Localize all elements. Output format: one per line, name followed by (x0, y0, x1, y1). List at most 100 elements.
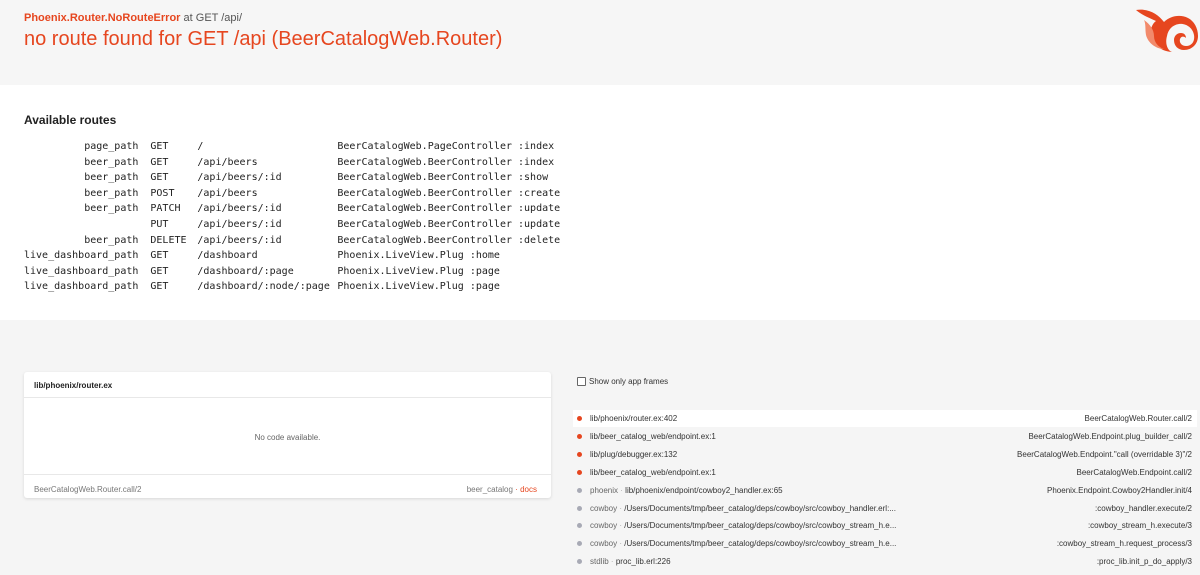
stack-frame[interactable]: phoenix · lib/phoenix/endpoint/cowboy2_h… (573, 482, 1197, 499)
stack-frame[interactable]: cowboy · /Users/Documents/tmp/beer_catal… (573, 517, 1197, 534)
app-frames-checkbox[interactable] (577, 377, 586, 386)
frame-function: BeerCatalogWeb.Endpoint.plug_builder_cal… (1028, 431, 1192, 441)
frame-location: cowboy · /Users/Documents/tmp/beer_catal… (590, 504, 896, 513)
frame-function: :cowboy_stream_h.execute/3 (1087, 521, 1192, 531)
app-frames-toggle-label: Show only app frames (589, 377, 669, 386)
code-snippet-card: lib/phoenix/router.ex No code available.… (24, 372, 551, 498)
phoenix-logo-icon (1136, 9, 1198, 52)
route-row: beer_path GET/api/beers BeerCatalogWeb.Bee… (24, 155, 560, 171)
frame-function: BeerCatalogWeb.Endpoint."call (overridab… (1017, 449, 1192, 459)
route-verb: GET (150, 172, 169, 184)
frame-function: :proc_lib.init_p_do_apply/3 (1096, 557, 1192, 567)
frame-function: BeerCatalogWeb.Router.call/2 (1084, 414, 1192, 423)
route-path: /dashboard/:node/:page (197, 281, 330, 293)
route-verb: GET (150, 156, 169, 168)
frame-app: phoenix (590, 485, 619, 495)
route-helper: beer_path (84, 187, 139, 199)
route-path: /api/beers/:id (197, 203, 282, 215)
error-header: Phoenix.Router.NoRouteError at GET /api/… (0, 0, 1200, 85)
frame-function: :cowboy_stream_h.request_process/3 (1056, 539, 1192, 549)
app-frame-dot-icon (577, 416, 582, 421)
no-code-message: No code available. (254, 433, 321, 442)
error-message: no route found for GET /api (BeerCatalog… (24, 28, 503, 50)
frame-location: cowboy · /Users/Documents/tmp/beer_catal… (590, 539, 896, 548)
route-helper: live_dashboard_path (24, 265, 139, 277)
route-verb: POST (150, 187, 175, 199)
frame-file: /Users/Documents/tmp/beer_catalog/deps/c… (624, 521, 897, 531)
route-helper: page_path (84, 141, 139, 152)
frame-file: proc_lib.erl:226 (615, 557, 671, 567)
route-plug: BeerCatalogWeb.BeerController :delete (337, 234, 561, 246)
stack-frame[interactable]: lib/phoenix/router.ex:402 BeerCatalogWeb.… (573, 410, 1197, 427)
code-file-name: lib/phoenix/router.ex (34, 381, 113, 390)
dependency-frame-dot-icon (577, 505, 582, 511)
route-plug: BeerCatalogWeb.PageController :index (337, 141, 555, 152)
frame-location: cowboy · /Users/Documents/tmp/beer_catal… (590, 521, 896, 530)
route-path: /api/beers/:id (197, 172, 282, 184)
frame-app: cowboy (590, 521, 618, 531)
frame-location: lib/phoenix/router.ex:402 (590, 414, 677, 423)
exception-line: Phoenix.Router.NoRouteError at GET /api/ (24, 12, 242, 24)
route-verb: GET (150, 141, 169, 152)
route-verb: PUT (150, 218, 169, 230)
route-helper: beer_path (84, 172, 139, 184)
separator: · (620, 485, 623, 495)
frame-file: lib/phoenix/router.ex:402 (590, 414, 678, 423)
frame-function: :cowboy_handler.execute/2 (1095, 503, 1192, 513)
route-row: PUT/api/beers/:id BeerCatalogWeb.BeerCont… (24, 217, 560, 233)
frame-location: stdlib · proc_lib.erl:226 (590, 557, 671, 566)
route-row: beer_path PATCH/api/beers/:id BeerCatalogW… (24, 201, 560, 217)
frame-file: lib/plug/debugger.ex:132 (590, 449, 678, 459)
frame-file: lib/beer_catalog_web/endpoint.ex:1 (590, 467, 716, 477)
dependency-frame-dot-icon (577, 523, 582, 529)
frame-function: Phoenix.Endpoint.Cowboy2Handler.init/4 (1047, 485, 1192, 495)
routes-table: page_path GET / BeerCatalogWeb.PageControll… (24, 139, 560, 295)
route-path: /api/beers/:id (197, 234, 282, 246)
route-plug: Phoenix.LiveView.Plug :page (337, 265, 500, 277)
divider (24, 397, 551, 398)
frame-file: lib/phoenix/endpoint/cowboy2_handler.ex:… (625, 485, 783, 495)
route-helper: beer_path (84, 156, 139, 168)
route-path: /api/beers (197, 187, 258, 199)
routes-heading: Available routes (24, 113, 117, 127)
stack-frame[interactable]: stdlib · proc_lib.erl:226 :proc_lib.init_… (573, 553, 1197, 570)
app-frame-dot-icon (577, 451, 582, 457)
stack-frame[interactable]: cowboy · /Users/Documents/tmp/beer_catal… (573, 535, 1197, 552)
route-plug: Phoenix.LiveView.Plug :page (337, 281, 500, 293)
dependency-frame-dot-icon (577, 487, 582, 493)
divider (24, 474, 551, 475)
stack-frame[interactable]: cowboy · /Users/Documents/tmp/beer_catal… (573, 500, 1197, 517)
frame-app: cowboy (590, 539, 618, 549)
route-row: live_dashboard_path GET/dashboard/:node/:… (24, 279, 560, 295)
dependency-frame-dot-icon (577, 541, 582, 547)
route-helper (24, 217, 150, 233)
frame-app: cowboy (590, 503, 618, 513)
stack-frame[interactable]: lib/plug/debugger.ex:132 BeerCatalogWeb.E… (573, 446, 1197, 463)
exception-location: at GET /api/ (183, 12, 243, 24)
route-path: / (197, 141, 204, 152)
separator: · (619, 521, 623, 531)
frame-app: stdlib (590, 557, 609, 567)
route-plug: BeerCatalogWeb.BeerController :show (337, 172, 549, 184)
route-row: live_dashboard_path GET/dashboard Phoenix.… (24, 248, 560, 264)
frame-location: lib/beer_catalog_web/endpoint.ex:1 (590, 468, 716, 477)
route-verb: GET (150, 250, 169, 262)
route-verb: GET (150, 265, 169, 277)
route-plug: BeerCatalogWeb.BeerController :update (337, 218, 561, 230)
separator: · (610, 557, 614, 567)
stack-frame[interactable]: lib/beer_catalog_web/endpoint.ex:1 BeerCa… (573, 428, 1197, 445)
route-row: page_path GET / BeerCatalogWeb.PageControll… (24, 139, 560, 155)
code-function-name: BeerCatalogWeb.Router.call/2 (34, 485, 142, 494)
docs-link[interactable]: docs (520, 485, 537, 494)
frame-function: BeerCatalogWeb.Endpoint.call/2 (1076, 467, 1192, 477)
exception-name: Phoenix.Router.NoRouteError (24, 12, 181, 24)
app-frames-toggle[interactable]: Show only app frames (577, 377, 668, 386)
route-plug: BeerCatalogWeb.BeerController :update (337, 203, 561, 215)
route-path: /api/beers (197, 156, 258, 168)
separator: · (515, 485, 518, 494)
route-row: beer_path DELETE/api/beers/:id BeerCatalog… (24, 233, 560, 249)
frame-location: lib/plug/debugger.ex:132 (590, 450, 677, 459)
stack-frame[interactable]: lib/beer_catalog_web/endpoint.ex:1 BeerCa… (573, 464, 1197, 481)
route-verb: DELETE (150, 234, 187, 246)
code-app-info: beer_catalog · docs (467, 485, 537, 494)
